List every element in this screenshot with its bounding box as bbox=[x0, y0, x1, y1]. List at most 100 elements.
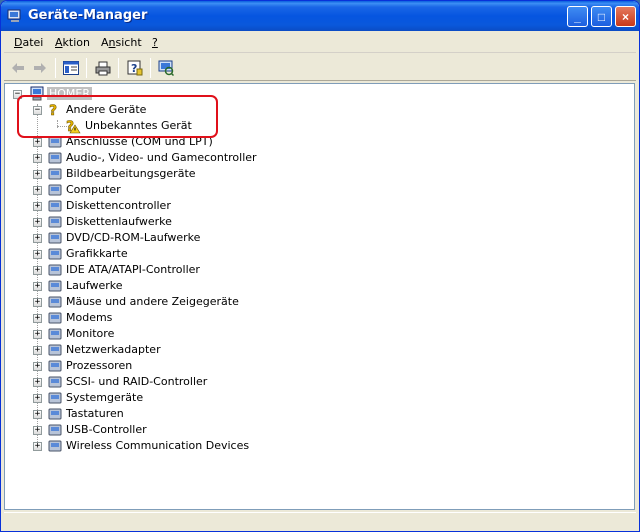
expand-category-toggle[interactable]: + bbox=[33, 314, 42, 323]
title-bar[interactable]: Geräte-Manager _ □ × bbox=[1, 1, 639, 31]
expand-category-toggle[interactable]: + bbox=[33, 442, 42, 451]
category-label: Bildbearbeitungsgeräte bbox=[66, 167, 196, 180]
usb-icon bbox=[48, 424, 62, 436]
tree-category-item[interactable]: + Computer bbox=[5, 182, 325, 198]
category-label: Computer bbox=[66, 183, 121, 196]
expand-category-toggle[interactable]: + bbox=[33, 410, 42, 419]
expand-category-toggle[interactable]: + bbox=[33, 426, 42, 435]
toolbar-separator bbox=[150, 58, 151, 78]
menu-aktion-accel: A bbox=[55, 36, 63, 49]
device-manager-window: Geräte-Manager _ □ × Datei Aktion Ansich… bbox=[0, 0, 640, 532]
maximize-button[interactable]: □ bbox=[591, 6, 612, 27]
computer-icon bbox=[48, 184, 62, 196]
expand-category-toggle[interactable]: + bbox=[33, 138, 42, 147]
maximize-icon: □ bbox=[597, 9, 606, 24]
expand-category-toggle[interactable]: + bbox=[33, 362, 42, 371]
category-label: Audio-, Video- und Gamecontroller bbox=[66, 151, 257, 164]
expand-category-toggle[interactable]: + bbox=[33, 282, 42, 291]
close-icon: × bbox=[621, 9, 629, 24]
floppy-controller-icon bbox=[48, 200, 62, 212]
device-tree[interactable]: − HOMER − ? Andere Geräte ? Unbekanntes … bbox=[4, 83, 635, 510]
category-label: Netzwerkadapter bbox=[66, 343, 161, 356]
tree-category-item[interactable]: + Audio-, Video- und Gamecontroller bbox=[5, 150, 325, 166]
toolbar: ? bbox=[4, 55, 636, 81]
display-adapter-icon bbox=[48, 248, 62, 260]
category-label: Diskettencontroller bbox=[66, 199, 171, 212]
tree-category-item[interactable]: + Mäuse und andere Zeigegeräte bbox=[5, 294, 325, 310]
category-label: Modems bbox=[66, 311, 113, 324]
scan-hardware-icon bbox=[158, 60, 174, 76]
expand-category-toggle[interactable]: + bbox=[33, 298, 42, 307]
red-highlight-annotation bbox=[17, 95, 218, 138]
print-button[interactable] bbox=[92, 58, 114, 78]
menu-datei[interactable]: Datei bbox=[14, 36, 43, 49]
category-label: USB-Controller bbox=[66, 423, 147, 436]
monitor-icon bbox=[48, 328, 62, 340]
forward-button[interactable] bbox=[29, 58, 51, 78]
menu-datei-label: atei bbox=[22, 36, 44, 49]
expand-category-toggle[interactable]: + bbox=[33, 234, 42, 243]
menu-aktion[interactable]: Aktion bbox=[55, 36, 90, 49]
back-button[interactable] bbox=[7, 58, 29, 78]
category-label: IDE ATA/ATAPI-Controller bbox=[66, 263, 200, 276]
help-button[interactable]: ? bbox=[124, 58, 146, 78]
device-manager-icon bbox=[7, 9, 21, 22]
tree-category-item[interactable]: + IDE ATA/ATAPI-Controller bbox=[5, 262, 325, 278]
menu-help[interactable]: ? bbox=[152, 36, 158, 49]
expand-category-toggle[interactable]: + bbox=[33, 378, 42, 387]
tree-category-item[interactable]: + Diskettenlaufwerke bbox=[5, 214, 325, 230]
minimize-icon: _ bbox=[574, 9, 581, 24]
expand-category-toggle[interactable]: + bbox=[33, 186, 42, 195]
wireless-icon bbox=[48, 440, 62, 452]
expand-category-toggle[interactable]: + bbox=[33, 202, 42, 211]
minimize-button[interactable]: _ bbox=[567, 6, 588, 27]
toolbar-separator bbox=[55, 58, 56, 78]
help-icon: ? bbox=[127, 60, 143, 76]
category-label: Mäuse und andere Zeigegeräte bbox=[66, 295, 239, 308]
toolbar-separator bbox=[86, 58, 87, 78]
tree-category-item[interactable]: + Netzwerkadapter bbox=[5, 342, 325, 358]
mouse-icon bbox=[48, 296, 62, 308]
tree-category-item[interactable]: + DVD/CD-ROM-Laufwerke bbox=[5, 230, 325, 246]
menu-ansicht-label: sicht bbox=[115, 36, 142, 49]
tree-category-item[interactable]: + Grafikkarte bbox=[5, 246, 325, 262]
category-label: SCSI- und RAID-Controller bbox=[66, 375, 208, 388]
close-button[interactable]: × bbox=[615, 6, 636, 27]
scan-hardware-button[interactable] bbox=[155, 58, 177, 78]
properties-icon bbox=[63, 61, 79, 75]
menu-bar: Datei Aktion Ansicht ? bbox=[4, 33, 636, 53]
menu-help-label: ? bbox=[152, 36, 158, 49]
system-device-icon bbox=[48, 392, 62, 404]
tree-category-item[interactable]: + SCSI- und RAID-Controller bbox=[5, 374, 325, 390]
tree-category-item[interactable]: + Bildbearbeitungsgeräte bbox=[5, 166, 325, 182]
tree-category-item[interactable]: + Wireless Communication Devices bbox=[5, 438, 325, 454]
expand-category-toggle[interactable]: + bbox=[33, 266, 42, 275]
category-label: Tastaturen bbox=[66, 407, 124, 420]
menu-ansicht[interactable]: Ansicht bbox=[101, 36, 142, 49]
tree-category-item[interactable]: + Monitore bbox=[5, 326, 325, 342]
status-bar bbox=[4, 512, 636, 530]
properties-button[interactable] bbox=[60, 58, 82, 78]
expand-category-toggle[interactable]: + bbox=[33, 330, 42, 339]
tree-category-item[interactable]: + Tastaturen bbox=[5, 406, 325, 422]
tree-category-item[interactable]: + Prozessoren bbox=[5, 358, 325, 374]
expand-category-toggle[interactable]: + bbox=[33, 250, 42, 259]
expand-category-toggle[interactable]: + bbox=[33, 394, 42, 403]
tree-category-item[interactable]: + Diskettencontroller bbox=[5, 198, 325, 214]
svg-text:?: ? bbox=[131, 62, 137, 75]
window-title: Geräte-Manager bbox=[28, 8, 148, 23]
menu-ansicht-accel: n bbox=[108, 36, 116, 49]
toolbar-separator bbox=[118, 58, 119, 78]
expand-category-toggle[interactable]: + bbox=[33, 154, 42, 163]
tree-category-item[interactable]: + Modems bbox=[5, 310, 325, 326]
category-label: Systemgeräte bbox=[66, 391, 144, 404]
print-icon bbox=[95, 61, 111, 75]
speaker-icon bbox=[48, 152, 62, 164]
expand-category-toggle[interactable]: + bbox=[33, 170, 42, 179]
expand-category-toggle[interactable]: + bbox=[33, 346, 42, 355]
camera-icon bbox=[48, 168, 62, 180]
tree-category-item[interactable]: + Systemgeräte bbox=[5, 390, 325, 406]
expand-category-toggle[interactable]: + bbox=[33, 218, 42, 227]
tree-category-item[interactable]: + Laufwerke bbox=[5, 278, 325, 294]
tree-category-item[interactable]: + USB-Controller bbox=[5, 422, 325, 438]
